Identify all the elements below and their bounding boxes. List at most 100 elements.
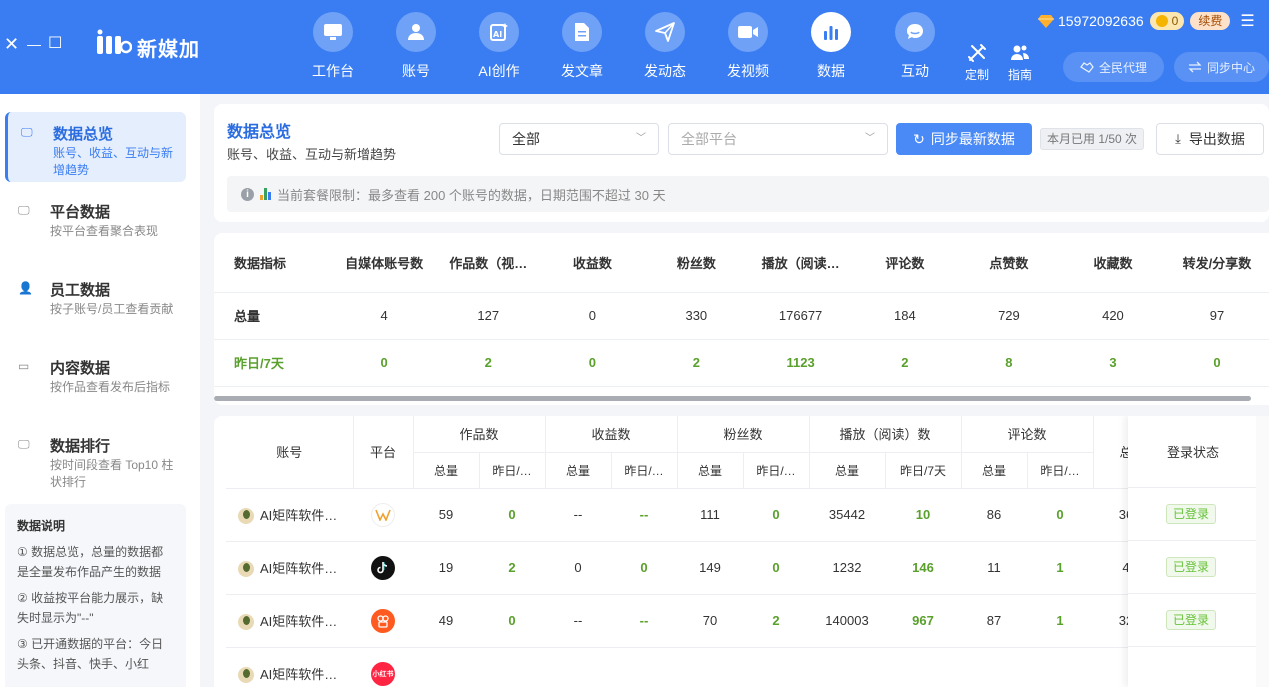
cell	[1027, 647, 1093, 687]
summary-header-row: 数据指标 自媒体账号数 作品数（视… 收益数 粉丝数 播放（阅读… 评论数 点赞…	[214, 233, 1269, 293]
guide-icon	[1011, 45, 1029, 60]
account-name: AI矩阵软件…	[260, 666, 338, 682]
sidebar-item-desc: 按平台查看聚合表现	[50, 224, 159, 238]
summary-cell: 4	[332, 292, 437, 340]
platform-cell	[353, 488, 413, 542]
data-notes: 数据说明 ① 数据总览，总量的数据都是全量发布作品产生的数据 ② 收益按平台能力…	[5, 504, 186, 687]
sidebar-item-content[interactable]: ▭ 内容数据 按作品查看发布后指标	[5, 346, 186, 416]
summary-cell: 2	[644, 339, 749, 387]
cell: --	[611, 488, 677, 542]
handshake-icon	[1080, 62, 1094, 73]
paper-plane-icon	[655, 22, 675, 42]
col-account: 账号	[226, 416, 354, 489]
cell: 0	[545, 541, 611, 595]
summary-row-label: 总量	[214, 292, 333, 340]
nav-interact[interactable]: 互动	[885, 12, 945, 84]
status-cell: 已登录	[1128, 541, 1258, 594]
customize-tool[interactable]: 定制	[957, 42, 997, 83]
sidebar-item-platform[interactable]: 🖵 平台数据 按平台查看聚合表现	[5, 190, 186, 260]
bar-chart-icon	[260, 188, 272, 200]
close-window-icon[interactable]: ✕	[4, 34, 19, 54]
summary-cell: 330	[644, 292, 749, 340]
nav-post-moment[interactable]: 发动态	[635, 12, 695, 84]
renew-button[interactable]: 续费	[1190, 12, 1231, 30]
maximize-window-icon[interactable]: ☐	[48, 34, 62, 54]
coin-balance[interactable]: 0	[1149, 12, 1185, 30]
nav-data[interactable]: 数据	[801, 12, 861, 84]
info-icon: i	[241, 187, 254, 201]
cell: 10	[885, 488, 961, 542]
sync-center-button[interactable]: 同步中心	[1174, 52, 1269, 82]
platform-select[interactable]: 全部平台 ﹀	[668, 123, 888, 155]
cell: --	[545, 488, 611, 542]
nav-post-video[interactable]: 发视频	[718, 12, 778, 84]
summary-header: 数据指标	[214, 233, 333, 293]
page-subtitle: 账号、收益、互动与新增趋势	[227, 147, 397, 162]
export-button[interactable]: ⤓ 导出数据	[1156, 123, 1264, 155]
col-platform: 平台	[353, 416, 414, 489]
cell	[479, 647, 545, 687]
nav-workbench[interactable]: 工作台	[303, 12, 363, 84]
summary-row-label: 昨日/7天	[214, 339, 333, 387]
minimize-window-icon[interactable]: —	[27, 34, 41, 54]
account-phone: 15972092636	[1058, 13, 1144, 29]
summary-increment-row: 昨日/7天 0 2 0 2 1123 2 8 3 0	[214, 339, 1269, 387]
xiaohongshu-badge-text: 小红书	[372, 670, 394, 678]
guide-tool[interactable]: 指南	[1000, 42, 1040, 83]
nav-ai-create[interactable]: AI AI创作	[469, 12, 529, 84]
detail-card: 账号 平台 作品数 收益数 粉丝数 播放（阅读）数 评论数 总 总量 昨日/… …	[214, 416, 1269, 687]
nav-post-article[interactable]: 发文章	[552, 12, 612, 84]
cell: 35442	[809, 488, 885, 542]
cell: 59	[413, 488, 479, 542]
sidebar-item-ranking[interactable]: 🖵 数据排行 按时间段查看 Top10 柱状排行	[5, 424, 186, 494]
col-total: 总量	[961, 452, 1028, 489]
sidebar-item-overview[interactable]: 🖵 数据总览 账号、收益、互动与新增趋势	[5, 112, 186, 182]
sidebar: 🖵 数据总览 账号、收益、互动与新增趋势 🖵 平台数据 按平台查看聚合表现 👤 …	[0, 94, 200, 687]
chart-board-icon: 🖵	[18, 437, 30, 451]
cell	[545, 647, 611, 687]
cell: 0	[1027, 488, 1093, 542]
note-item: ② 收益按平台能力展示，缺失时显示为"--"	[17, 591, 164, 625]
agent-button[interactable]: 全民代理	[1063, 52, 1164, 82]
horizontal-scrollbar[interactable]	[214, 396, 1251, 401]
col-total: 总量	[545, 452, 612, 489]
col-recent: 昨日/…	[743, 452, 810, 489]
app-logo-icon	[97, 29, 132, 54]
col-group: 作品数	[413, 416, 546, 453]
login-status-column: 登录状态 已登录 已登录 已登录	[1128, 416, 1258, 687]
nav-label: 发动态	[644, 63, 686, 79]
chevron-down-icon: ﹀	[865, 133, 875, 144]
status-badge: 已登录	[1166, 504, 1217, 524]
summary-header: 点赞数	[956, 233, 1061, 293]
account-cell: AI矩阵软件…	[226, 594, 353, 648]
summary-cell: 127	[436, 292, 541, 340]
col-group: 收益数	[545, 416, 678, 453]
cell	[413, 647, 479, 687]
cell: 0	[743, 488, 809, 542]
table-row[interactable]: AI矩阵软件… 59 0 -- -- 111 0 35442 10 86 0 3…	[226, 488, 1159, 542]
table-row[interactable]: AI矩阵软件… 小红书	[226, 647, 1159, 687]
summary-header: 评论数	[852, 233, 957, 293]
cell: 19	[413, 541, 479, 595]
col-recent: 昨日/…	[479, 452, 546, 489]
account-cell: AI矩阵软件…	[226, 541, 353, 595]
summary-table: 数据指标 自媒体账号数 作品数（视… 收益数 粉丝数 播放（阅读… 评论数 点赞…	[214, 233, 1269, 387]
sidebar-item-employee[interactable]: 👤 员工数据 按子账号/员工查看贡献	[5, 268, 186, 338]
table-row[interactable]: AI矩阵软件… 19 2 0 0 149 0 1232 146 11 1 4	[226, 541, 1159, 595]
account-cell: AI矩阵软件…	[226, 488, 353, 542]
page-title: 数据总览	[227, 124, 292, 141]
cell: 70	[677, 594, 743, 648]
agent-button-label: 全民代理	[1098, 60, 1147, 75]
table-row[interactable]: AI矩阵软件… 49 0 -- -- 70 2 140003 967 87 1 …	[226, 594, 1159, 648]
menu-icon[interactable]: ☰	[1240, 11, 1254, 31]
cell: 146	[885, 541, 961, 595]
cell: 111	[677, 488, 743, 542]
vertical-scrollbar[interactable]	[1256, 416, 1269, 687]
sync-center-label: 同步中心	[1206, 60, 1255, 75]
scope-select[interactable]: 全部 ﹀	[499, 123, 659, 155]
nav-label: AI创作	[478, 63, 520, 79]
sync-latest-button[interactable]: ↻ 同步最新数据	[896, 123, 1032, 155]
sidebar-item-desc: 账号、收益、互动与新增趋势	[53, 146, 174, 177]
nav-account[interactable]: 账号	[386, 12, 446, 84]
cell: 967	[885, 594, 961, 648]
